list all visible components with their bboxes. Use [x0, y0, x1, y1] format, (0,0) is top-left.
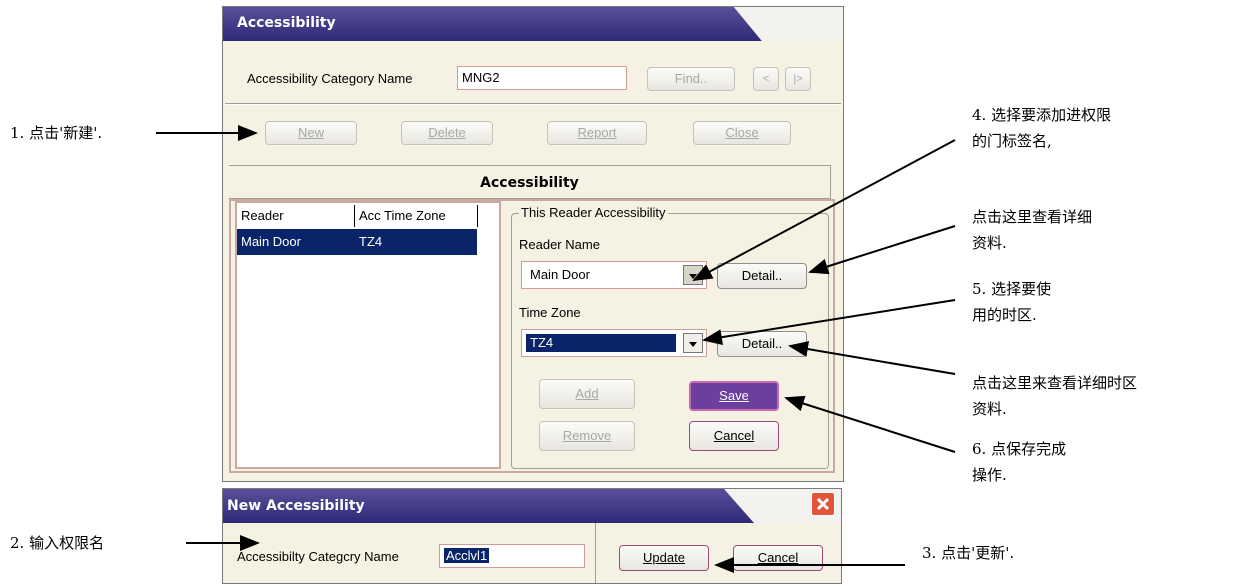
callout-arrows [156, 125, 956, 573]
